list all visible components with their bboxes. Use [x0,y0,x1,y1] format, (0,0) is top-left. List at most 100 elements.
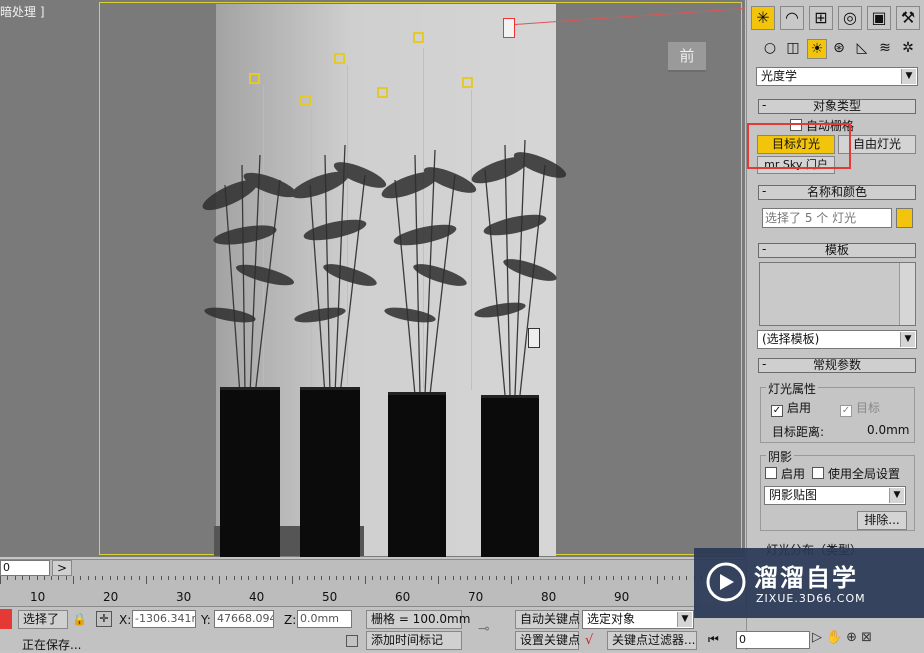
go-to-start-icon[interactable]: ⏮ [708,632,719,647]
transform-mode-icon[interactable]: ✛ [96,611,112,627]
timeline-tick-label: 10 [30,590,46,604]
timeline-tick [167,576,169,580]
brand-logo-icon [706,562,746,602]
timeline-tick [138,576,140,580]
time-slider-thumb[interactable]: 0 [0,560,50,576]
timeline-tick [438,576,439,584]
name-field[interactable]: 选择了 5 个 灯光 [762,208,892,228]
lights-icon[interactable]: ☀ [807,39,827,59]
timeline-tick [365,576,366,584]
light-target-gizmo[interactable] [503,18,515,38]
viewport[interactable]: 暗处理 ] 前 [0,0,745,557]
timeline-tick [481,576,483,580]
rollout-object-type[interactable]: - 对象类型 [758,99,916,114]
timeline-ruler[interactable]: 10 20 30 40 50 60 70 80 90 [0,576,702,606]
shadow-enable-checkbox[interactable]: 启用 [765,465,805,482]
category-dropdown[interactable]: 光度学 ▼ [756,67,918,86]
timeline-tick-label: 90 [614,590,630,604]
shadow-type-dropdown[interactable]: 阴影贴图 ▼ [764,486,906,505]
scrollbar[interactable] [899,263,915,325]
y-label: Y: [201,613,211,627]
viewcube[interactable]: 前 [668,42,706,70]
exclude-button[interactable]: 排除... [857,511,907,530]
light-icon[interactable] [413,32,424,43]
enable-checkbox[interactable]: ✓ 启用 [771,399,811,417]
display-tab-icon[interactable]: ▣ [867,6,891,30]
rollout-title: 对象类型 [812,99,861,113]
vase[interactable] [300,387,360,557]
vase[interactable] [220,387,280,557]
lock-icon[interactable]: 🔒 [72,612,87,626]
helpers-icon[interactable]: ◺ [853,39,871,57]
key-icon[interactable]: ⊸ [478,621,490,637]
light-props-label: 灯光属性 [766,380,819,397]
geometry-icon[interactable]: ○ [761,39,779,57]
light-icon[interactable] [249,73,260,84]
timeline-tick-label: 20 [103,590,119,604]
timeline-tick [102,576,104,580]
timeline-tick [467,576,469,580]
chevron-down-icon: ▼ [901,69,916,84]
shapes-icon[interactable]: ◫ [784,39,802,57]
modify-tab-icon[interactable]: ◠ [780,6,804,30]
add-time-tag-button[interactable]: 添加时间标记 [366,631,462,650]
light-icon[interactable] [377,87,388,98]
target-distance-value: 0.0mm [867,423,910,437]
key-set-dropdown[interactable]: 选定对象 ▼ [582,610,694,629]
status-prompt: 正在保存... [22,638,82,652]
hierarchy-tab-icon[interactable]: ⊞ [809,6,833,30]
cameras-icon[interactable]: ⊛ [830,39,848,57]
y-coordinate-field[interactable]: 47668.094 [214,610,274,628]
watermark: 溜溜自学 ZIXUE.3D66.COM [694,548,924,618]
timeline-tick [591,576,593,580]
time-tag-icon[interactable] [346,635,358,647]
rollout-title: 模板 [824,243,849,257]
timeline-tick [386,576,388,580]
maxscript-listener-icon[interactable] [0,609,12,629]
timeline-tick [416,576,418,580]
z-coordinate-field[interactable]: 0.0mm [297,610,352,628]
light-icon[interactable] [334,53,345,64]
timeline-tick [313,576,315,580]
timeline-tick [43,576,45,580]
viewport-nav-icons[interactable]: ▷✋⊕⊠ [812,630,924,650]
rollout-general[interactable]: - 常规参数 [758,358,916,373]
vase[interactable] [388,392,446,557]
light-icon[interactable] [462,77,473,88]
template-dropdown[interactable]: (选择模板) ▼ [757,330,917,349]
spacewarps-icon[interactable]: ≋ [876,39,894,57]
checkbox-icon[interactable] [812,467,824,479]
timeline-tick [496,576,498,580]
z-label: Z: [284,613,297,627]
use-global-checkbox[interactable]: 使用全局设置 [812,465,900,482]
time-slider[interactable]: 0 > [0,559,745,576]
timeline-tick [7,576,9,580]
template-list[interactable] [759,262,916,326]
motion-tab-icon[interactable]: ◎ [838,6,862,30]
vase[interactable] [481,395,539,557]
utilities-tab-icon[interactable]: ⚒ [896,6,920,30]
color-swatch[interactable] [896,208,913,228]
key-filters-button[interactable]: 关键点过滤器... [607,631,697,650]
create-tab-icon[interactable]: ✳ [751,6,775,30]
current-frame-field[interactable]: 0 [736,631,810,649]
x-coordinate-field[interactable]: -1306.341r [132,610,196,628]
rollout-template[interactable]: - 模板 [758,243,916,258]
timeline-tick [664,576,666,580]
checkmark-icon[interactable]: ✓ [840,405,852,417]
set-key-button[interactable]: 设置关键点 [515,631,580,650]
timeline-tick [211,576,213,580]
systems-icon[interactable]: ✲ [899,39,917,57]
timeline-tick [299,576,301,580]
target-checkbox[interactable]: ✓ 目标 [840,399,880,417]
next-frame-button[interactable]: > [52,560,73,576]
timeline-tick-label: 50 [322,590,338,604]
chevron-down-icon: ▼ [677,612,692,627]
timeline-tick [576,576,578,580]
checkbox-icon[interactable] [765,467,777,479]
light-icon[interactable] [300,95,311,106]
viewport-label[interactable]: 暗处理 ] [0,3,45,20]
checkmark-icon[interactable]: ✓ [771,405,783,417]
rollout-name-color[interactable]: - 名称和颜色 [758,185,916,200]
auto-key-button[interactable]: 自动关键点 [515,610,580,629]
